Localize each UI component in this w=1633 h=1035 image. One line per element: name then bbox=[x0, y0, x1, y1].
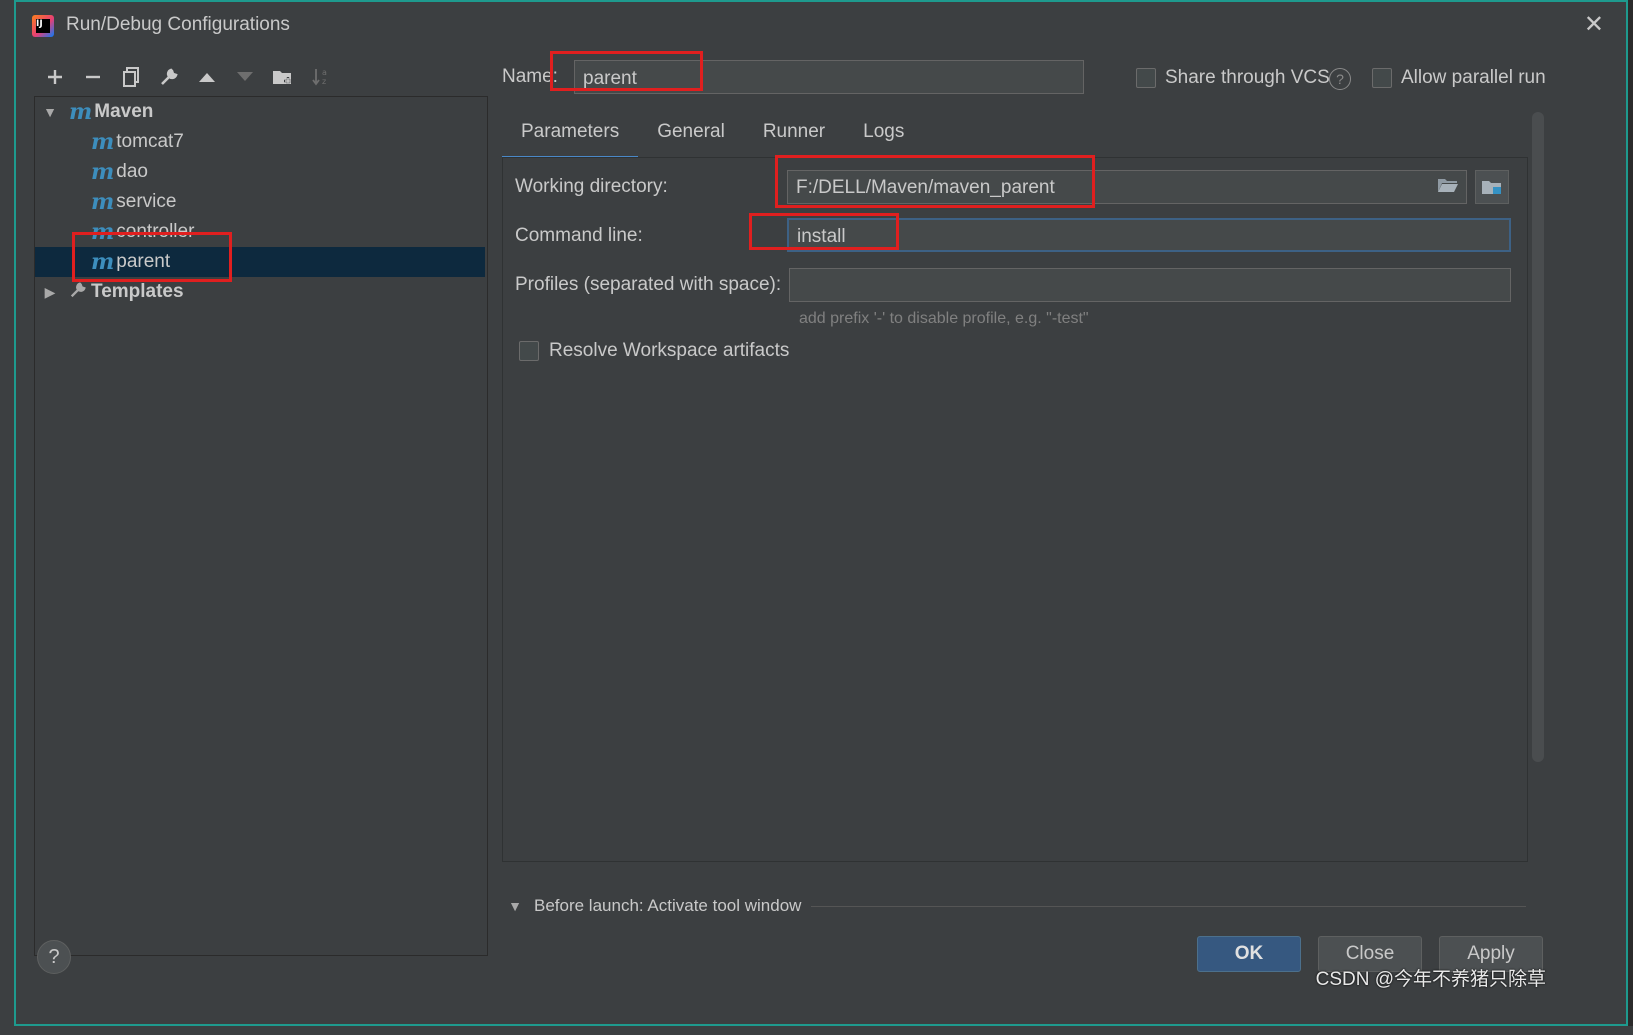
working-directory-label: Working directory: bbox=[515, 176, 668, 197]
name-label: Name: bbox=[502, 66, 558, 88]
run-debug-dialog: IJ Run/Debug Configurations ✕ az ▼ m Mav… bbox=[14, 0, 1628, 1026]
ok-button[interactable]: OK bbox=[1197, 936, 1301, 972]
expand-arrow-icon[interactable]: ▼ bbox=[41, 103, 59, 121]
help-button[interactable]: ? bbox=[37, 940, 71, 974]
share-vcs-checkbox[interactable] bbox=[1136, 68, 1156, 88]
before-launch-label: Before launch: Activate tool window bbox=[534, 896, 802, 915]
allow-parallel-label: Allow parallel run bbox=[1401, 67, 1546, 88]
logo-text: IJ bbox=[36, 19, 50, 33]
folder-open-icon[interactable] bbox=[1437, 176, 1459, 199]
templates-wrench-icon bbox=[69, 281, 87, 304]
tree-item-service[interactable]: m service bbox=[35, 187, 485, 217]
working-directory-field[interactable]: F:/DELL/Maven/maven_parent bbox=[787, 170, 1467, 204]
tree-group-templates[interactable]: ▶ Templates bbox=[35, 277, 485, 307]
share-vcs-label: Share through VCS bbox=[1165, 67, 1330, 88]
sort-icon[interactable]: az bbox=[302, 61, 340, 93]
maven-icon: m bbox=[91, 249, 115, 275]
collapse-arrow-icon[interactable]: ▶ bbox=[41, 283, 59, 301]
command-line-field[interactable]: install bbox=[787, 218, 1511, 252]
maven-icon: m bbox=[91, 129, 115, 155]
tab-general[interactable]: General bbox=[638, 110, 744, 156]
ide-background-left bbox=[0, 0, 14, 1035]
configuration-tree: ▼ m Maven m tomcat7 m dao m service m co… bbox=[34, 96, 488, 956]
tree-item-label: dao bbox=[116, 161, 148, 182]
move-down-icon[interactable] bbox=[226, 61, 264, 93]
tab-parameters[interactable]: Parameters bbox=[502, 110, 639, 159]
tab-runner[interactable]: Runner bbox=[744, 110, 844, 156]
tree-item-controller[interactable]: m controller bbox=[35, 217, 485, 247]
tree-item-label: parent bbox=[116, 251, 171, 272]
close-icon[interactable]: ✕ bbox=[1584, 10, 1604, 39]
add-icon[interactable] bbox=[36, 61, 74, 93]
dialog-title: Run/Debug Configurations bbox=[66, 14, 290, 35]
vertical-scrollbar[interactable] bbox=[1532, 112, 1544, 762]
maven-icon: m bbox=[91, 219, 115, 245]
config-tabs: Parameters General Runner Logs bbox=[502, 110, 923, 159]
tree-item-label: controller bbox=[116, 221, 195, 242]
tree-item-label: service bbox=[116, 191, 177, 212]
separator-line bbox=[811, 905, 1526, 907]
tree-item-label: tomcat7 bbox=[116, 131, 184, 152]
tree-group-maven[interactable]: ▼ m Maven bbox=[35, 97, 485, 127]
name-input[interactable]: parent bbox=[574, 60, 1084, 94]
ide-status-bar bbox=[0, 1026, 1633, 1035]
tree-group-label: Templates bbox=[91, 281, 184, 302]
remove-icon[interactable] bbox=[74, 61, 112, 93]
before-launch-section[interactable]: ▼ Before launch: Activate tool window bbox=[506, 894, 1526, 918]
title-bar: IJ Run/Debug Configurations ✕ bbox=[16, 2, 1626, 48]
resolve-workspace-label: Resolve Workspace artifacts bbox=[549, 340, 790, 361]
move-up-icon[interactable] bbox=[188, 61, 226, 93]
tab-logs[interactable]: Logs bbox=[844, 110, 923, 156]
browse-module-button[interactable] bbox=[1475, 170, 1509, 204]
command-line-label: Command line: bbox=[515, 225, 643, 246]
intellij-logo-icon: IJ bbox=[32, 15, 54, 37]
watermark: CSDN @今年不养猪只除草 bbox=[1315, 969, 1546, 990]
svg-text:z: z bbox=[322, 77, 326, 86]
allow-parallel-checkbox[interactable] bbox=[1372, 68, 1392, 88]
profiles-field[interactable] bbox=[789, 268, 1511, 302]
maven-icon: m bbox=[69, 99, 93, 125]
tree-group-label: Maven bbox=[94, 101, 154, 122]
wrench-icon[interactable] bbox=[150, 61, 188, 93]
name-label-text: Name: bbox=[502, 66, 558, 87]
new-folder-icon[interactable] bbox=[264, 61, 302, 93]
expand-arrow-icon[interactable]: ▼ bbox=[506, 897, 524, 915]
tree-item-parent[interactable]: m parent bbox=[35, 247, 485, 277]
tree-item-tomcat7[interactable]: m tomcat7 bbox=[35, 127, 485, 157]
profiles-hint: add prefix '-' to disable profile, e.g. … bbox=[799, 310, 1089, 327]
parameters-panel: Working directory: F:/DELL/Maven/maven_p… bbox=[502, 157, 1528, 862]
config-toolbar: az bbox=[36, 60, 340, 94]
svg-text:a: a bbox=[322, 68, 327, 77]
copy-icon[interactable] bbox=[112, 61, 150, 93]
resolve-workspace-checkbox[interactable] bbox=[519, 341, 539, 361]
help-question-icon[interactable]: ? bbox=[1329, 68, 1351, 90]
maven-icon: m bbox=[91, 159, 115, 185]
profiles-label: Profiles (separated with space): bbox=[515, 274, 782, 295]
maven-icon: m bbox=[91, 189, 115, 215]
tree-item-dao[interactable]: m dao bbox=[35, 157, 485, 187]
